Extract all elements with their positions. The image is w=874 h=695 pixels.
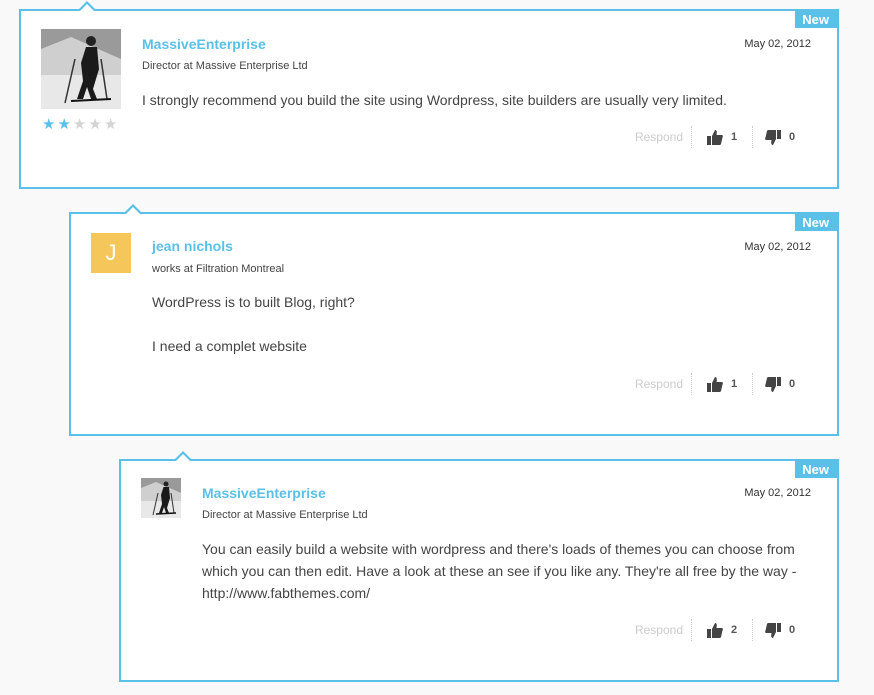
comment-paragraph: I need a complet website [152, 338, 307, 354]
like-button[interactable]: 1 [692, 373, 753, 395]
star-icon: ★ [42, 116, 56, 133]
star-icon: ★ [103, 116, 118, 133]
author-name[interactable]: jean nichols [152, 238, 233, 254]
dislike-count: 0 [788, 624, 796, 636]
like-button[interactable]: 1 [692, 126, 753, 148]
author-name[interactable]: MassiveEnterprise [142, 36, 266, 52]
new-badge: New [795, 11, 837, 28]
comment-paragraph: WordPress is to built Blog, right? [152, 294, 355, 310]
thumbs-down-icon [765, 376, 781, 392]
dislike-button[interactable]: 0 [753, 373, 807, 395]
like-count: 2 [730, 624, 738, 636]
new-badge: New [795, 461, 837, 478]
comment-body: WordPress is to built Blog, right? I nee… [152, 291, 772, 357]
comment-body: I strongly recommend you build the site … [142, 89, 802, 111]
comment-actions: Respond 2 0 [631, 618, 807, 642]
dislike-count: 0 [788, 378, 796, 390]
comment-date: May 02, 2012 [744, 38, 811, 50]
dislike-button[interactable]: 0 [753, 619, 807, 641]
dislike-button[interactable]: 0 [753, 126, 807, 148]
comment-paragraph: I strongly recommend you build the site … [142, 92, 727, 108]
like-button[interactable]: 2 [692, 619, 753, 641]
comment-actions: Respond 1 0 [631, 372, 807, 396]
respond-link[interactable]: Respond [631, 126, 692, 148]
comment-date: May 02, 2012 [744, 487, 811, 499]
comment-card: New MassiveEnterprise Director at Massiv… [119, 451, 839, 682]
star-icon: ★ [88, 116, 102, 133]
comment-date: May 02, 2012 [744, 241, 811, 253]
comment-card: New ★ ★ ★ ★ ★ MassiveEnterprise Director… [19, 1, 839, 189]
author-title: Director at Massive Enterprise Ltd [202, 509, 368, 521]
card-pointer [123, 204, 143, 215]
avatar[interactable]: J [91, 233, 131, 273]
respond-link[interactable]: Respond [631, 619, 692, 641]
avatar[interactable] [41, 29, 121, 109]
skier-photo-icon [141, 478, 181, 518]
comment-body: You can easily build a website with word… [202, 538, 812, 604]
like-count: 1 [730, 378, 738, 390]
avatar[interactable] [141, 478, 181, 518]
thumbs-down-icon [765, 129, 781, 145]
rating-stars: ★ ★ ★ ★ ★ [42, 117, 117, 132]
respond-link[interactable]: Respond [631, 373, 692, 395]
comment-card: New J jean nichols works at Filtration M… [69, 204, 839, 436]
new-badge: New [795, 214, 837, 231]
thumbs-up-icon [706, 129, 723, 145]
author-title: Director at Massive Enterprise Ltd [142, 60, 308, 72]
thumbs-up-icon [706, 622, 723, 638]
author-name[interactable]: MassiveEnterprise [202, 485, 326, 501]
comment-paragraph: You can easily build a website with word… [202, 541, 797, 601]
skier-photo-icon [41, 29, 121, 109]
like-count: 1 [730, 131, 738, 143]
author-title: works at Filtration Montreal [152, 263, 285, 275]
dislike-count: 0 [788, 131, 796, 143]
star-icon: ★ [72, 116, 87, 133]
star-icon: ★ [57, 116, 71, 133]
thumbs-down-icon [765, 622, 781, 638]
comment-actions: Respond 1 0 [631, 125, 807, 149]
card-pointer [77, 1, 97, 12]
thumbs-up-icon [706, 376, 723, 392]
card-pointer [173, 451, 193, 462]
